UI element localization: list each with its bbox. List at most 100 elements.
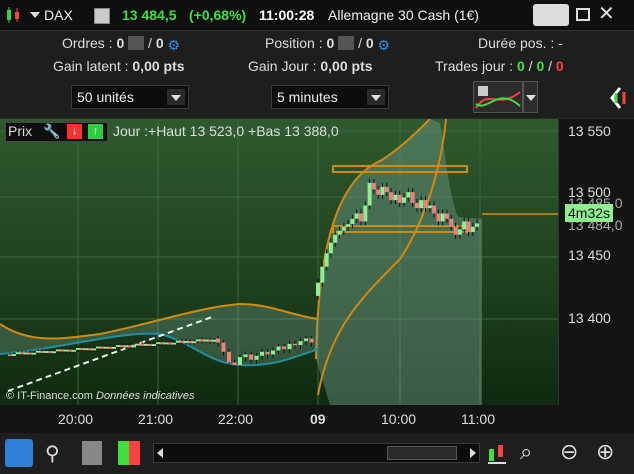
- up-arrow-icon[interactable]: ↑: [88, 124, 103, 139]
- cancel-orders-icon[interactable]: [128, 36, 145, 50]
- candle: [341, 226, 346, 231]
- chevron-down-icon[interactable]: [367, 89, 385, 105]
- trend-line[interactable]: [7, 316, 213, 392]
- symbol-label[interactable]: DAX: [44, 7, 73, 23]
- candle: [293, 343, 297, 346]
- scroll-thumb[interactable]: [387, 446, 457, 460]
- maximize-icon[interactable]: [576, 8, 590, 21]
- candle: [466, 221, 471, 233]
- candle: [20, 352, 24, 355]
- candle: [328, 242, 333, 254]
- latent-value: 0,00 pts: [132, 58, 185, 74]
- candle: [320, 266, 325, 283]
- candle: [136, 343, 140, 346]
- latent-gain: Gain latent : 0,00 pts: [53, 58, 185, 74]
- candle: [28, 352, 32, 355]
- candle: [60, 349, 64, 352]
- candle: [216, 338, 220, 343]
- candle: [168, 342, 172, 345]
- scroll-left-icon[interactable]: [157, 448, 163, 458]
- collapse-panel-icon[interactable]: [606, 84, 628, 112]
- keyboard-icon[interactable]: [533, 4, 569, 26]
- candle: [164, 342, 168, 345]
- notes-icon[interactable]: [82, 441, 102, 465]
- trades-sep-2: /: [548, 58, 553, 74]
- price-change: (+0,68%): [189, 7, 247, 23]
- orders-sep: /: [148, 35, 152, 51]
- title-bar: DAX 13 484,5 (+0,68%) 11:00:28 Allemagne…: [0, 0, 634, 31]
- drawing-tools-icon[interactable]: ⚲: [45, 441, 67, 467]
- candle: [124, 345, 128, 348]
- candle: [196, 339, 200, 342]
- indicator-menu-button[interactable]: [523, 81, 538, 113]
- candle: [8, 354, 12, 357]
- trades-summary: Trades jour : 0 / 0 / 0: [435, 58, 564, 74]
- candle: [120, 345, 124, 348]
- wrench-icon[interactable]: 🔧: [43, 123, 60, 140]
- price-chart[interactable]: Prix 🔧 ↓ ↑ Jour :+Haut 13 523,0 +Bas 13 …: [0, 118, 634, 433]
- units-select[interactable]: 50 unités: [71, 85, 189, 109]
- symbol-dropdown-icon[interactable]: [30, 12, 40, 18]
- candle: [72, 349, 76, 352]
- candle: [56, 349, 60, 352]
- clock-time: 11:00:28: [259, 7, 315, 23]
- candle: [350, 218, 355, 225]
- candle: [380, 186, 385, 195]
- indicator-button[interactable]: [473, 81, 523, 113]
- candle: [260, 351, 264, 356]
- close-position-icon[interactable]: [338, 36, 355, 50]
- candle: [144, 343, 148, 346]
- plot-area[interactable]: Prix 🔧 ↓ ↑ Jour :+Haut 13 523,0 +Bas 13 …: [0, 118, 558, 405]
- auto-scroll-icon[interactable]: [486, 441, 508, 465]
- zoom-fit-icon[interactable]: ⌕: [520, 439, 548, 467]
- price-axis[interactable]: 13 550 13 500 13 450 13 400 13 485,0 13 …: [558, 119, 634, 405]
- chart-svg: [0, 118, 558, 405]
- candle: [188, 341, 192, 344]
- candle: [208, 339, 212, 342]
- down-arrow-icon[interactable]: ↓: [67, 124, 82, 139]
- candle: [156, 342, 160, 345]
- timeframe-select[interactable]: 5 minutes: [271, 85, 389, 109]
- candle: [440, 213, 445, 222]
- position-settings-icon[interactable]: ⚙: [378, 37, 394, 53]
- list-icon[interactable]: [94, 8, 110, 24]
- candle: [52, 351, 56, 354]
- candle: [32, 352, 36, 355]
- time-axis[interactable]: 20:00 21:00 22:00 09 10:00 11:00: [0, 405, 634, 433]
- candle: [393, 194, 398, 201]
- candle: [76, 347, 80, 350]
- candle: [232, 362, 237, 366]
- candle: [346, 224, 351, 227]
- candle: [227, 351, 231, 363]
- x-tick: 11:00: [461, 411, 495, 427]
- candle: [449, 218, 454, 227]
- candle: [128, 345, 132, 348]
- candle: [337, 230, 342, 235]
- scroll-right-icon[interactable]: [470, 448, 476, 458]
- candle: [36, 350, 40, 353]
- orders-count-a: 0: [116, 35, 125, 51]
- candle: [92, 348, 96, 351]
- orders-count-b: 0: [155, 35, 164, 51]
- candle: [212, 339, 216, 342]
- orders-settings-icon[interactable]: ⚙: [168, 37, 184, 53]
- candlestick-icon[interactable]: [5, 6, 21, 24]
- candle: [200, 339, 204, 342]
- chevron-down-icon[interactable]: [167, 89, 185, 105]
- close-icon[interactable]: ✕: [598, 4, 618, 24]
- share-icon[interactable]: [5, 439, 33, 467]
- candle: [265, 351, 270, 355]
- candle: [148, 343, 152, 347]
- legend-text: Jour :+Haut 13 523,0 +Bas 13 388,0: [113, 123, 339, 139]
- chart-scrollbar[interactable]: [153, 443, 480, 463]
- orders-summary: Ordres : 0 / 0 ⚙: [62, 35, 184, 53]
- zoom-in-icon[interactable]: ⊕: [596, 439, 624, 467]
- day-gain-label: Gain Jour :: [248, 58, 317, 74]
- trades-count-a: 0: [516, 58, 525, 74]
- x-tick: 09: [310, 411, 326, 427]
- zoom-out-icon[interactable]: ⊖: [560, 439, 588, 467]
- market-depth-icon[interactable]: [118, 441, 140, 465]
- legend-prefix: Prix: [8, 123, 33, 139]
- candle: [298, 341, 303, 346]
- candle: [84, 348, 88, 351]
